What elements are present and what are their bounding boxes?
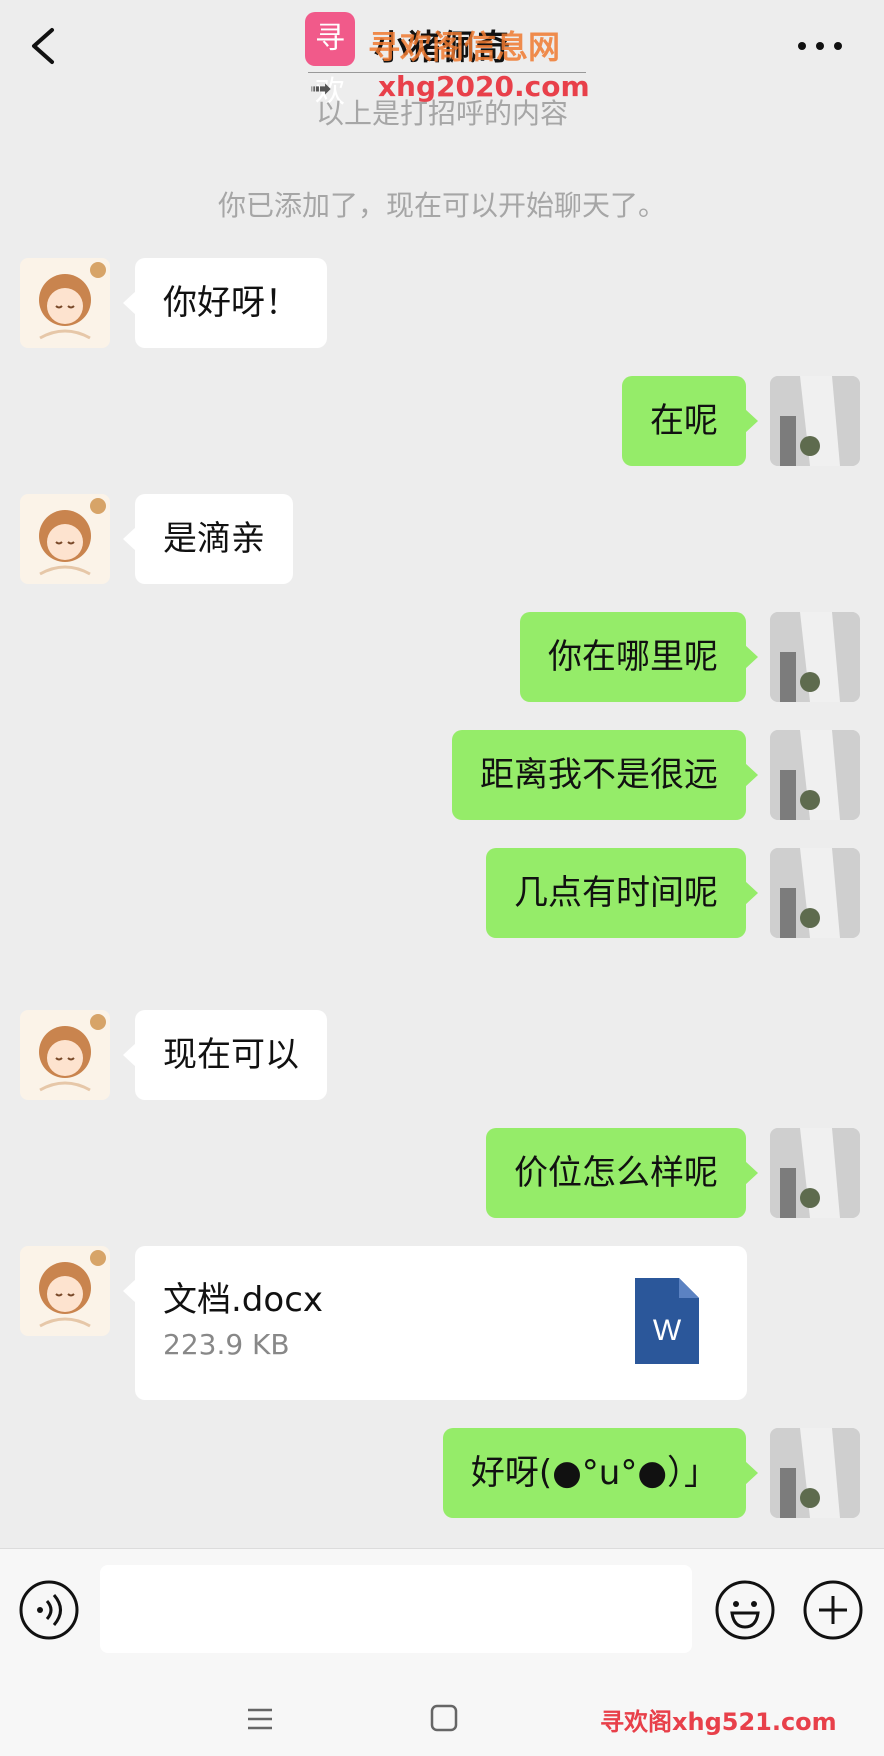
contact-avatar[interactable] [20,258,110,348]
file-size: 223.9 KB [163,1328,290,1361]
message-bubble-outgoing[interactable]: 几点有时间呢 [486,848,758,938]
chat-header: 小猪佩奇 寻欢 寻欢阁信息网 ➟ xhg2020.com [0,0,884,110]
watermark-logo: 寻欢 [305,12,355,110]
contact-avatar[interactable] [20,494,110,584]
system-nav-bar: 寻欢阁xhg521.com [0,1668,884,1756]
message-input[interactable] [100,1565,692,1653]
more-options-icon[interactable] [796,34,844,58]
message-bubble-incoming[interactable]: 你好呀！ [123,258,327,348]
my-avatar[interactable] [770,1128,860,1218]
contact-avatar[interactable] [20,1246,110,1336]
emoji-icon[interactable] [714,1579,776,1641]
my-avatar[interactable] [770,730,860,820]
greeting-note: 以上是打招呼的内容 [315,97,568,130]
message-bubble-incoming[interactable]: 现在可以 [123,1010,327,1100]
my-avatar[interactable] [770,612,860,702]
file-name: 文档.docx [163,1280,324,1320]
system-note: 你已添加了，现在可以开始聊天了。 [217,189,666,222]
message-bubble-incoming[interactable]: 是滴亲 [123,494,293,584]
add-attachment-icon[interactable] [802,1579,864,1641]
home-icon[interactable] [430,1704,458,1732]
chat-input-bar [0,1548,884,1669]
footer-watermark: 寻欢阁xhg521.com [600,1708,837,1736]
message-bubble-outgoing[interactable]: 在呢 [622,376,758,466]
message-bubble-outgoing[interactable]: 好呀(●°u°●）」 [442,1428,759,1518]
word-doc-icon: W [635,1278,699,1364]
my-avatar[interactable] [770,848,860,938]
svg-text:W: W [653,1314,682,1347]
file-message-card[interactable]: 文档.docx 223.9 KB W [123,1246,747,1400]
menu-icon[interactable] [246,1708,274,1730]
contact-avatar[interactable] [20,1010,110,1100]
my-avatar[interactable] [770,1428,860,1518]
message-bubble-outgoing[interactable]: 价位怎么样呢 [486,1128,758,1218]
voice-input-icon[interactable] [18,1579,80,1641]
my-avatar[interactable] [770,376,860,466]
message-bubble-outgoing[interactable]: 距离我不是很远 [452,730,758,820]
message-bubble-outgoing[interactable]: 你在哪里呢 [520,612,758,702]
watermark-brand: 寻欢阁信息网 [368,28,561,66]
